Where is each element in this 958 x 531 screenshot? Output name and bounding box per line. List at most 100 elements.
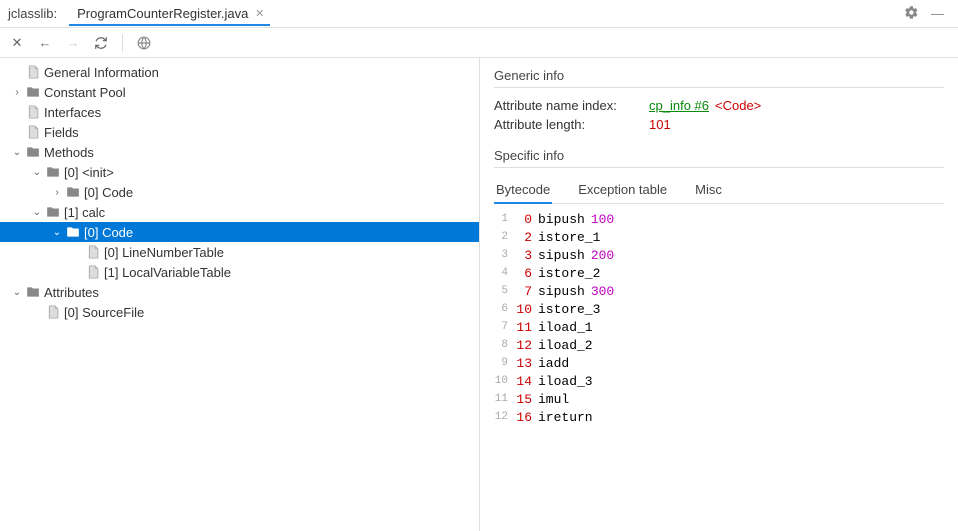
browser-button[interactable] [135,34,153,52]
bc-arg: 200 [585,248,614,263]
bc-opcode: sipush [538,248,585,263]
bc-pc: 14 [516,374,538,389]
bc-opcode: iadd [538,356,569,371]
tree-row[interactable]: Interfaces [0,102,479,122]
tree-row[interactable]: ⌄ [1] calc [0,202,479,222]
bytecode-row: 1014 iload_3 [494,372,944,390]
tree-row[interactable]: Fields [0,122,479,142]
file-tab[interactable]: ProgramCounterRegister.java ✕ [69,2,270,25]
minimize-icon[interactable]: — [925,6,950,21]
bc-pc: 12 [516,338,538,353]
bytecode-row: 812 iload_2 [494,336,944,354]
tree-row[interactable]: General Information [0,62,479,82]
bc-pc: 0 [516,212,538,227]
bytecode-row: 711 iload_1 [494,318,944,336]
attr-length-row: Attribute length: 101 [494,117,944,132]
chevron-down-icon[interactable]: ⌄ [30,207,44,218]
tree-label: Interfaces [42,105,101,120]
tree-label: [1] calc [62,205,105,220]
attr-name-row: Attribute name index: cp_info #6 <Code> [494,98,944,113]
chevron-right-icon[interactable]: › [50,187,64,198]
tree-row[interactable]: › [0] Code [0,182,479,202]
folder-icon [24,145,42,159]
tab-misc[interactable]: Misc [693,178,724,203]
bytecode-listing: 10 bipush10022 istore_133 sipush20046 is… [494,210,944,426]
gear-icon[interactable] [898,5,925,23]
bc-pc: 11 [516,320,538,335]
tree-row[interactable]: [1] LocalVariableTable [0,262,479,282]
file-icon [44,305,62,319]
bc-line-number: 9 [494,357,516,369]
bc-opcode: iload_1 [538,320,593,335]
tree-row[interactable]: [0] LineNumberTable [0,242,479,262]
bc-pc: 10 [516,302,538,317]
back-button[interactable]: ← [36,34,54,52]
bc-line-number: 6 [494,303,516,315]
attr-name-link[interactable]: cp_info #6 [649,98,709,113]
tree-label: [0] LineNumberTable [102,245,224,260]
bc-line-number: 7 [494,321,516,333]
bytecode-row: 46 istore_2 [494,264,944,282]
bc-pc: 2 [516,230,538,245]
bc-opcode: istore_1 [538,230,600,245]
file-icon [84,265,102,279]
bytecode-row: 1216 ireturn [494,408,944,426]
specific-info-title: Specific info [494,148,944,163]
forward-button[interactable]: → [64,34,82,52]
chevron-down-icon[interactable]: ⌄ [10,287,24,298]
tree-row[interactable]: ⌄ [0] <init> [0,162,479,182]
bc-opcode: imul [538,392,569,407]
detail-panel: Generic info Attribute name index: cp_in… [480,58,958,531]
toolbar: ✕ ← → [0,28,958,58]
tab-bytecode[interactable]: Bytecode [494,178,552,203]
titlebar: jclasslib: ProgramCounterRegister.java ✕… [0,0,958,28]
bytecode-row: 57 sipush300 [494,282,944,300]
tree-row[interactable]: › Constant Pool [0,82,479,102]
file-tab-label: ProgramCounterRegister.java [77,6,248,21]
tree-label: [0] Code [82,185,133,200]
bc-arg: 100 [585,212,614,227]
folder-icon [24,285,42,299]
tree-row[interactable]: [0] SourceFile [0,302,479,322]
tree-label: General Information [42,65,159,80]
bytecode-row: 610 istore_3 [494,300,944,318]
folder-icon [24,85,42,99]
bc-pc: 16 [516,410,538,425]
folder-icon [44,165,62,179]
close-icon[interactable]: ✕ [255,7,264,20]
tree-label: Constant Pool [42,85,126,100]
bytecode-row: 1115 imul [494,390,944,408]
tree-row[interactable]: ⌄Methods [0,142,479,162]
bc-opcode: istore_2 [538,266,600,281]
file-icon [24,125,42,139]
tree-label: [0] <init> [62,165,114,180]
close-button[interactable]: ✕ [8,34,26,52]
bytecode-row: 33 sipush200 [494,246,944,264]
tree-label: [1] LocalVariableTable [102,265,231,280]
bc-opcode: istore_3 [538,302,600,317]
tab-exception-table[interactable]: Exception table [576,178,669,203]
chevron-right-icon[interactable]: › [10,87,24,98]
bc-opcode: ireturn [538,410,593,425]
bc-line-number: 1 [494,213,516,225]
refresh-button[interactable] [92,34,110,52]
tree-panel: General Information › Constant Pool Interfa… [0,58,480,531]
chevron-down-icon[interactable]: ⌄ [10,147,24,158]
bc-line-number: 2 [494,231,516,243]
generic-info-title: Generic info [494,68,944,83]
folder-icon [44,205,62,219]
bc-opcode: iload_3 [538,374,593,389]
bc-line-number: 10 [494,375,516,387]
tree-label: [0] SourceFile [62,305,144,320]
bc-line-number: 8 [494,339,516,351]
chevron-down-icon[interactable]: ⌄ [30,167,44,178]
bytecode-row: 913 iadd [494,354,944,372]
bc-pc: 15 [516,392,538,407]
chevron-down-icon[interactable]: ⌄ [50,227,64,238]
attr-name-tag: <Code> [709,98,761,113]
bc-line-number: 12 [494,411,516,423]
tree-row[interactable]: ⌄Attributes [0,282,479,302]
file-icon [24,65,42,79]
tree-row[interactable]: ⌄[0] Code [0,222,479,242]
bc-line-number: 3 [494,249,516,261]
